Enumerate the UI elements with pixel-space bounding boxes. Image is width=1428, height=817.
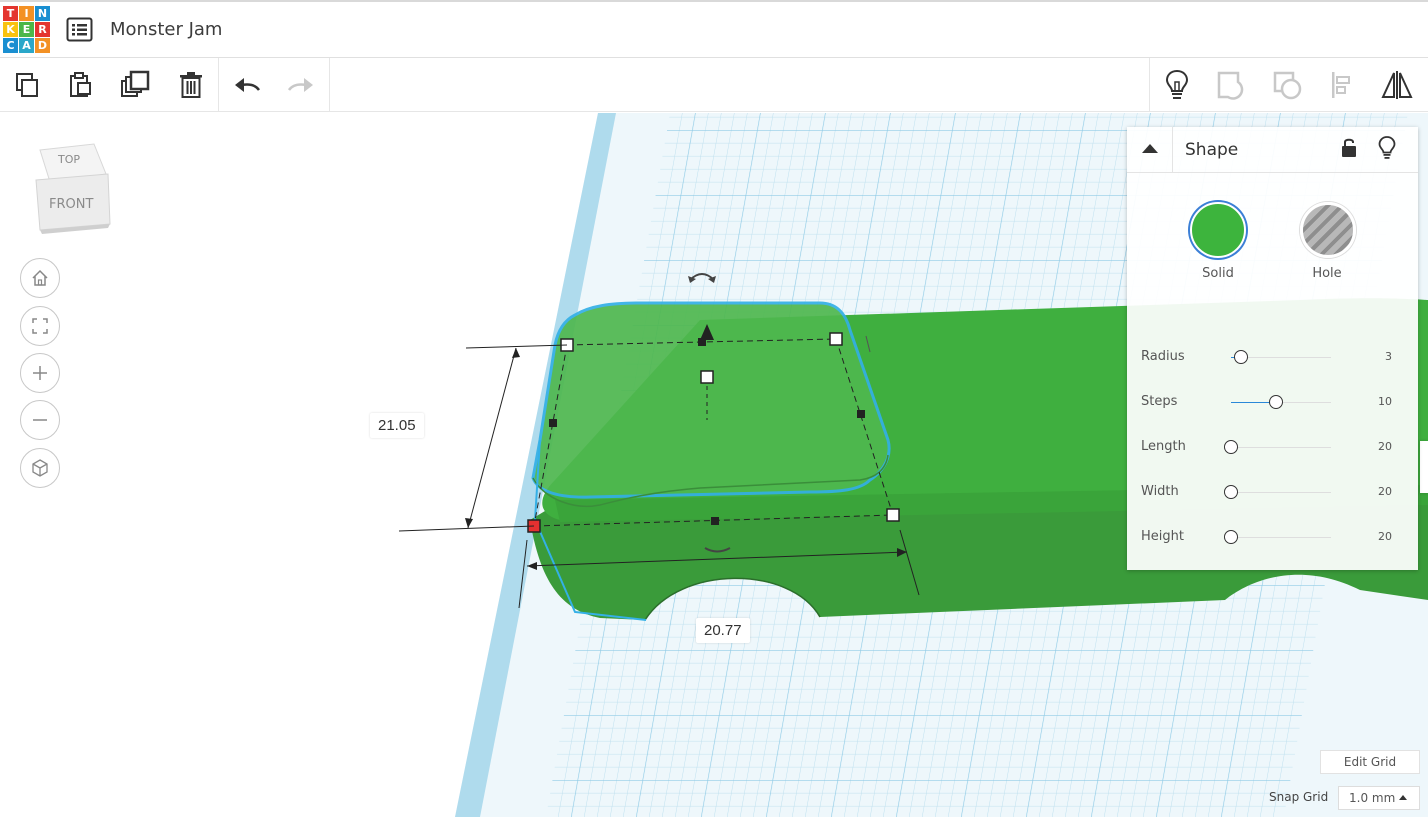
snap-grid-label: Snap Grid (1269, 790, 1329, 804)
height-dimension-label[interactable]: 21.05 (370, 413, 424, 438)
param-label: Height (1141, 529, 1184, 544)
slider-track[interactable] (1231, 492, 1331, 493)
hole-swatch[interactable] (1300, 202, 1356, 258)
align-icon[interactable] (1326, 68, 1360, 102)
lightbulb-icon[interactable] (1377, 135, 1397, 161)
fit-icon (32, 318, 48, 334)
logo-letter: I (19, 6, 34, 21)
param-row-radius[interactable]: Radius 3 (1127, 342, 1418, 372)
param-label: Radius (1141, 349, 1185, 364)
home-view-button[interactable] (20, 258, 60, 298)
edit-grid-button[interactable]: Edit Grid (1320, 750, 1420, 774)
zoom-in-icon (33, 366, 47, 380)
height-handle[interactable] (700, 370, 714, 384)
slider-knob[interactable] (1224, 485, 1238, 499)
slider-track[interactable] (1231, 537, 1331, 538)
app-header: T I N K E R C A D Monster Jam (0, 0, 1428, 58)
solid-label[interactable]: Solid (1188, 266, 1248, 281)
corner-handle[interactable] (886, 508, 900, 522)
logo-letter: T (3, 6, 18, 21)
param-value[interactable]: 20 (1378, 530, 1392, 543)
undo-icon[interactable] (230, 68, 264, 102)
zoom-out-button[interactable] (20, 400, 60, 440)
ungroup-icon[interactable] (1271, 68, 1305, 102)
toolbar-separator (1149, 58, 1150, 112)
redo-icon[interactable] (284, 68, 318, 102)
snap-grid-value: 1.0 mm (1349, 791, 1396, 805)
snap-grid-select[interactable]: 1.0 mm (1338, 786, 1420, 810)
param-value[interactable]: 20 (1378, 440, 1392, 453)
hole-label[interactable]: Hole (1297, 266, 1357, 281)
logo-letter: E (19, 22, 34, 37)
lightbulb-icon[interactable] (1160, 68, 1194, 102)
mirror-icon[interactable] (1380, 68, 1414, 102)
slider-knob[interactable] (1269, 395, 1283, 409)
slider-knob[interactable] (1224, 530, 1238, 544)
edit-toolbar (0, 58, 1428, 112)
unlock-icon[interactable] (1339, 137, 1359, 159)
length-dimension-label[interactable]: 20.77 (696, 618, 750, 643)
fit-view-button[interactable] (20, 306, 60, 346)
corner-handle[interactable] (829, 332, 843, 346)
design-list-icon[interactable] (66, 17, 93, 42)
param-value[interactable]: 3 (1385, 350, 1392, 363)
slider-track[interactable] (1231, 447, 1331, 448)
param-value[interactable]: 20 (1378, 485, 1392, 498)
param-row-width[interactable]: Width 20 (1127, 477, 1418, 507)
param-row-height[interactable]: Height 20 (1127, 522, 1418, 552)
side-handle[interactable] (857, 410, 865, 418)
header-divider (1172, 127, 1173, 173)
duplicate-icon[interactable] (118, 68, 152, 102)
logo-letter: N (35, 6, 50, 21)
side-handle[interactable] (711, 517, 719, 525)
param-label: Length (1141, 439, 1186, 454)
caret-up-icon (1399, 795, 1407, 800)
panel-title: Shape (1185, 140, 1239, 160)
home-icon (32, 269, 48, 286)
param-label: Steps (1141, 394, 1178, 409)
logo-letter: C (3, 38, 18, 53)
shape-inspector-panel: Shape Solid Hole Radius 3 Steps 10 Lengt… (1127, 127, 1418, 570)
view-cube[interactable]: TOP FRONT (30, 140, 116, 234)
tinkercad-logo[interactable]: T I N K E R C A D (3, 6, 51, 54)
toolbar-separator (329, 58, 330, 112)
delete-icon[interactable] (174, 68, 208, 102)
logo-letter: D (35, 38, 50, 53)
param-label: Width (1141, 484, 1179, 499)
param-row-steps[interactable]: Steps 10 (1127, 387, 1418, 417)
side-handle[interactable] (549, 419, 557, 427)
copy-icon[interactable] (10, 68, 44, 102)
logo-letter: R (35, 22, 50, 37)
zoom-in-button[interactable] (20, 353, 60, 393)
panel-header: Shape (1127, 127, 1418, 173)
zoom-out-icon (33, 419, 47, 421)
perspective-button[interactable] (20, 448, 60, 488)
logo-letter: K (3, 22, 18, 37)
solid-color-swatch[interactable] (1190, 202, 1246, 258)
view-cube-top-label[interactable]: TOP (58, 153, 80, 166)
logo-letter: A (19, 38, 34, 53)
param-row-length[interactable]: Length 20 (1127, 432, 1418, 462)
slider-knob[interactable] (1234, 350, 1248, 364)
group-icon[interactable] (1215, 68, 1249, 102)
design-title[interactable]: Monster Jam (110, 19, 222, 40)
slider-knob[interactable] (1224, 440, 1238, 454)
toolbar-separator (218, 58, 219, 112)
panel-edge-tab[interactable] (1420, 441, 1428, 493)
paste-icon[interactable] (63, 68, 97, 102)
collapse-caret-icon[interactable] (1141, 142, 1159, 154)
perspective-icon (32, 459, 48, 477)
view-cube-front-label[interactable]: FRONT (49, 197, 93, 212)
param-value[interactable]: 10 (1378, 395, 1392, 408)
